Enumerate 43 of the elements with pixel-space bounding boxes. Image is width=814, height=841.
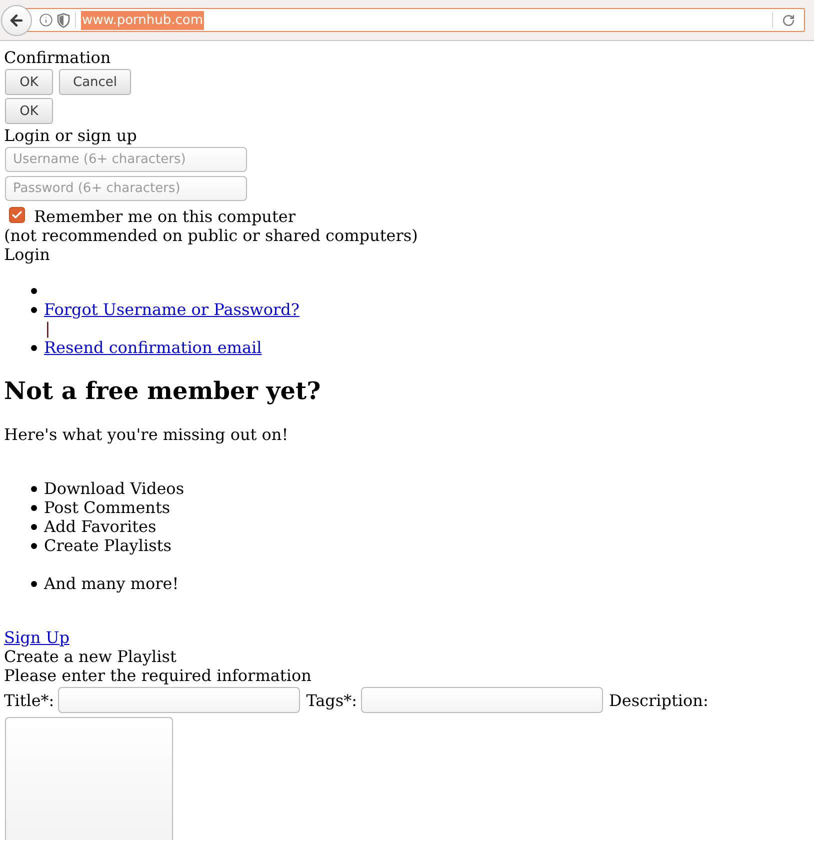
bullet-icon	[31, 543, 37, 549]
remember-checkbox[interactable]	[9, 207, 25, 223]
cancel-button[interactable]: Cancel	[59, 69, 132, 95]
bullet-icon	[31, 345, 37, 351]
password-field[interactable]: Password (6+ characters)	[5, 176, 247, 201]
bullet-icon	[31, 486, 37, 492]
playlist-title: Create a new Playlist	[4, 647, 178, 666]
dialog-title: Confirmation	[4, 48, 112, 67]
text-field[interactable]	[361, 687, 604, 713]
separator-text: |	[45, 319, 50, 338]
field-label: Description:	[609, 690, 708, 710]
resend-link[interactable]: Resend confirmation email	[44, 338, 262, 357]
info-icon[interactable]	[39, 13, 53, 27]
remember-label: Remember me on this computer	[34, 207, 296, 226]
benefit-item: Create Playlists	[44, 536, 172, 555]
field-label: Tags*:	[306, 690, 358, 710]
field-label: Title*:	[4, 690, 54, 710]
bullet-icon	[31, 505, 37, 511]
bullet-icon	[31, 288, 37, 294]
bullet-icon	[31, 524, 37, 530]
bullet-icon	[31, 307, 37, 313]
benefit-item: And many more!	[44, 574, 179, 593]
login-title: Login or sign up	[4, 126, 138, 145]
reload-icon[interactable]	[782, 14, 795, 26]
ok-button[interactable]: OK	[5, 69, 53, 95]
playlist-instructions: Please enter the required information	[4, 666, 312, 685]
benefit-item: Download Videos	[44, 479, 184, 498]
forgot-link[interactable]: Forgot Username or Password?	[44, 300, 300, 319]
signup-heading: Not a free member yet?	[4, 377, 322, 405]
username-field[interactable]: Username (6+ characters)	[5, 147, 247, 172]
shield-icon[interactable]	[57, 12, 70, 28]
check-icon	[11, 209, 23, 221]
ok-button[interactable]: OK	[5, 98, 53, 124]
benefit-item: Add Favorites	[44, 517, 156, 536]
signup-intro: Here's what you're missing out on!	[4, 425, 290, 444]
signup-link[interactable]: Sign Up	[4, 628, 70, 647]
back-button[interactable]	[1, 4, 32, 36]
security-note: (not recommended on public or shared computers)	[4, 226, 419, 245]
login-label: Login	[4, 245, 51, 264]
text-field[interactable]	[58, 687, 300, 713]
benefit-item: Post Comments	[44, 498, 170, 517]
description-field[interactable]	[5, 717, 173, 840]
bullet-icon	[31, 581, 37, 587]
